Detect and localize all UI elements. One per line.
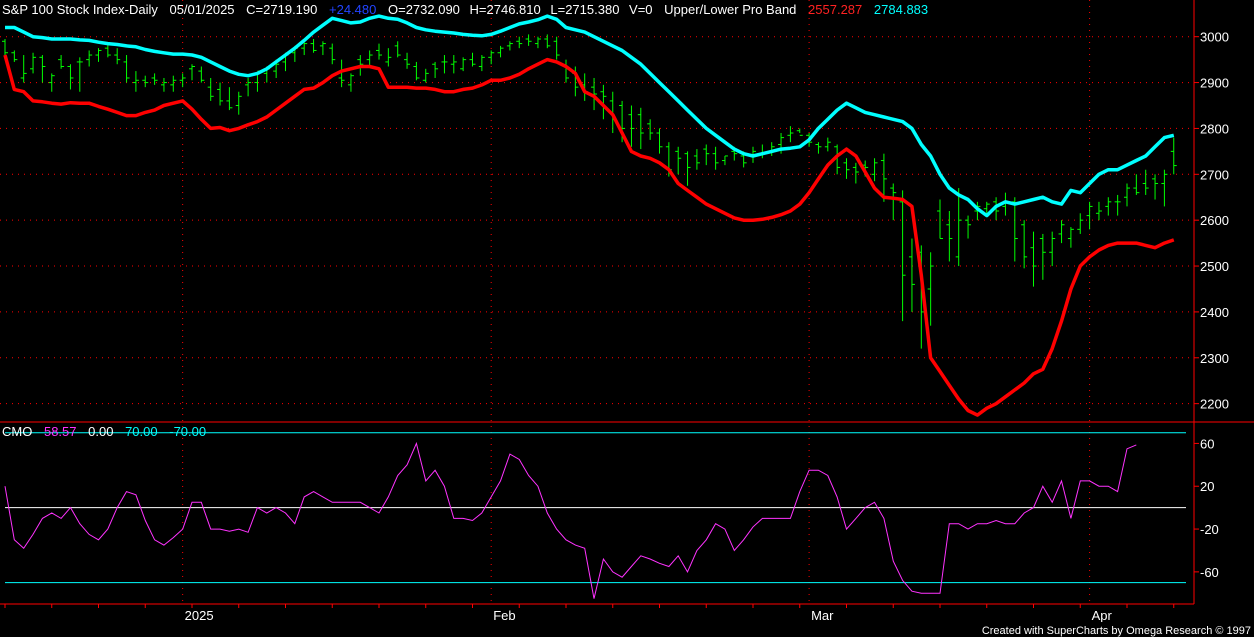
cmo-zero-level: 0.00 (88, 424, 113, 439)
date-label: 05/01/2025 (169, 2, 234, 17)
cmo-upper-level: 70.00 (125, 424, 158, 439)
price-axis-label: 2300 (1200, 351, 1229, 366)
cmo-axis-label: -60 (1200, 565, 1219, 580)
date-axis-label: Mar (811, 608, 834, 623)
low-label: L=2715.380 (550, 2, 619, 17)
date-axis-label: Apr (1092, 608, 1113, 623)
chart-canvas: 3000 2900 2800 2700 2600 2500 2400 2300 2200 60 2… (0, 0, 1254, 637)
change-label: +24.480 (329, 2, 376, 17)
price-axis-label: 2700 (1200, 167, 1229, 182)
price-axis-labels: 3000 2900 2800 2700 2600 2500 2400 2300 2200 (1194, 30, 1229, 412)
cmo-lower-level: -70.00 (169, 424, 206, 439)
lower-band-value: 2557.287 (808, 2, 862, 17)
cmo-value: 58.57 (44, 424, 77, 439)
cmo-header: CMO 58.57 0.00 70.00 -70.00 (2, 424, 206, 439)
open-label: O=2732.090 (388, 2, 460, 17)
cmo-name: CMO (2, 424, 32, 439)
cmo-axis-label: -20 (1200, 522, 1219, 537)
upper-band-value: 2784.883 (874, 2, 928, 17)
cmo-axis-label: 20 (1200, 479, 1214, 494)
high-label: H=2746.810 (470, 2, 541, 17)
credit-text: Created with SuperCharts by Omega Resear… (982, 625, 1251, 637)
price-axis-label: 2600 (1200, 213, 1229, 228)
price-axis-label: 2900 (1200, 76, 1229, 91)
volume-label: V=0 (629, 2, 653, 17)
price-axis-label: 2400 (1200, 305, 1229, 320)
price-axis-label: 2200 (1200, 397, 1229, 412)
price-axis-label: 3000 (1200, 30, 1229, 45)
price-axis-label: 2500 (1200, 259, 1229, 274)
price-axis-label: 2800 (1200, 121, 1229, 136)
date-axis-label: Feb (493, 608, 515, 623)
chart-background (0, 0, 1254, 637)
date-axis-label: 2025 (185, 608, 214, 623)
symbol-label: S&P 100 Stock Index-Daily (2, 2, 158, 17)
close-label: C=2719.190 (246, 2, 317, 17)
study-label: Upper/Lower Pro Band (664, 2, 796, 17)
cmo-axis-label: 60 (1200, 436, 1214, 451)
